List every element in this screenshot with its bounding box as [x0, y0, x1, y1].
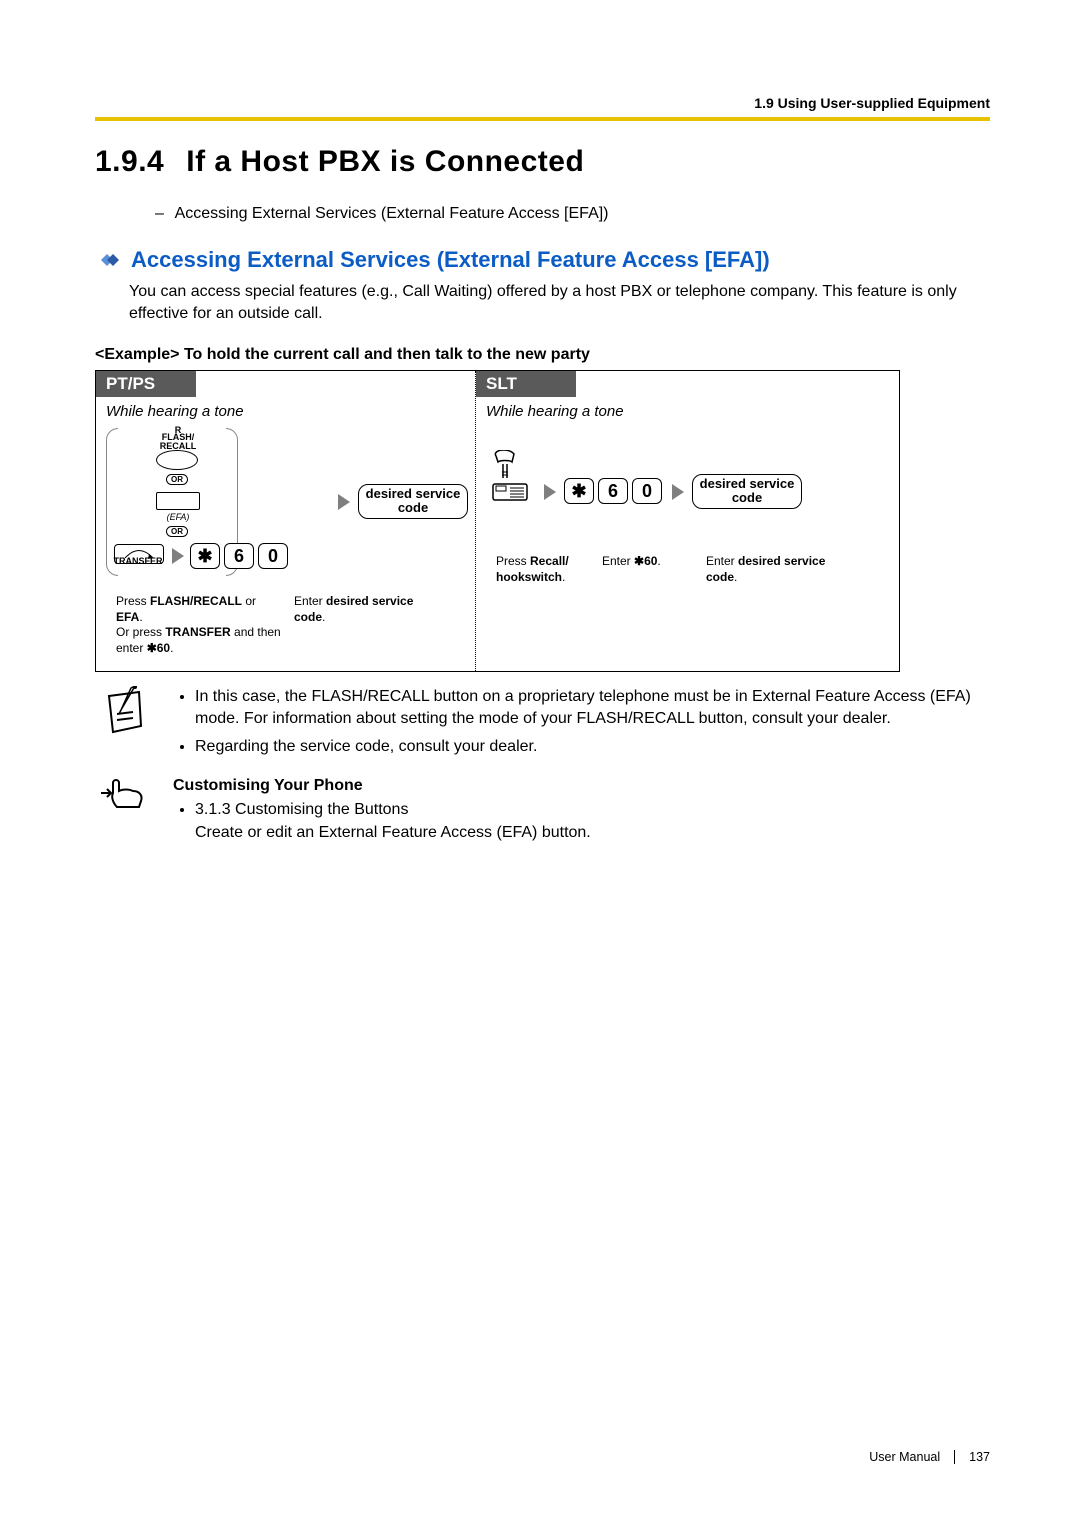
t: .: [734, 570, 737, 584]
subheading-row: Accessing External Services (External Fe…: [95, 247, 990, 273]
notepad-icon: [95, 686, 155, 765]
t: ✱60: [147, 641, 170, 655]
footer-separator: [954, 1450, 955, 1464]
note-block: In this case, the FLASH/RECALL button on…: [95, 686, 990, 765]
footer-doc-title: User Manual: [869, 1450, 940, 1464]
intro-link: Accessing External Services (External Fe…: [175, 205, 609, 222]
service-code-box: desired service code: [692, 474, 802, 509]
pt-ps-tab: PT/PS: [96, 371, 196, 397]
example-label: <Example> To hold the current call and t…: [95, 346, 990, 364]
section-title-text: If a Host PBX is Connected: [186, 145, 584, 178]
t: .: [562, 570, 565, 584]
efa-button-icon: [156, 492, 200, 510]
t: Enter: [294, 594, 326, 608]
t: or: [242, 594, 256, 608]
customising-desc: Create or edit an External Feature Acces…: [195, 824, 591, 841]
customising-title: Customising Your Phone: [173, 775, 591, 797]
slt-caption-1: Press Recall/ hookswitch.: [496, 554, 588, 585]
running-header: 1.9 Using User-supplied Equipment: [95, 95, 990, 111]
pt-caption-2: Enter desired service code.: [294, 594, 414, 656]
pt-graphic: R FLASH/ RECALL OR (EFA) OR TRANSFER ✱: [106, 426, 465, 586]
pt-ps-column: PT/PS While hearing a tone R FLASH/ RECA…: [96, 371, 476, 670]
customising-block: Customising Your Phone 3.1.3 Customising…: [95, 775, 990, 844]
pt-captions: Press FLASH/RECALL or EFA. Or press TRAN…: [106, 586, 465, 656]
key-0: 0: [258, 543, 288, 569]
slt-caption-3: Enter desired service code.: [706, 554, 826, 585]
t: ✱60: [634, 554, 657, 568]
t: TRANSFER: [165, 625, 230, 639]
subheading-text: Accessing External Services (External Fe…: [131, 247, 770, 273]
procedure-diagram: PT/PS While hearing a tone R FLASH/ RECA…: [95, 370, 900, 671]
or-pill-2: OR: [166, 526, 188, 537]
slt-graphic: ✱ 6 0 desired service code: [486, 426, 889, 546]
t: EFA: [116, 610, 139, 624]
t: Enter: [706, 554, 738, 568]
t: Enter: [602, 554, 634, 568]
t: Press: [496, 554, 530, 568]
flash-recall-button-icon: [156, 450, 198, 470]
pt-caption-1: Press FLASH/RECALL or EFA. Or press TRAN…: [116, 594, 286, 656]
t: .: [170, 641, 173, 655]
note-item-2: Regarding the service code, consult your…: [195, 736, 990, 758]
page: 1.9 Using User-supplied Equipment 1.9.4 I…: [0, 0, 1080, 1528]
key-6: 6: [598, 478, 628, 504]
slt-caption-2: Enter ✱60.: [602, 554, 692, 585]
customising-text: Customising Your Phone 3.1.3 Customising…: [173, 775, 591, 844]
hookswitch-phone-icon: [490, 450, 536, 506]
arrow-icon: [172, 548, 184, 564]
footer-page-number: 137: [969, 1450, 990, 1464]
intro-link-line: – Accessing External Services (External …: [155, 205, 990, 223]
note-item-1: In this case, the FLASH/RECALL button on…: [195, 686, 990, 731]
header-rule: [95, 117, 990, 121]
body-paragraph: You can access special features (e.g., C…: [129, 281, 990, 324]
pt-ps-body: While hearing a tone R FLASH/ RECALL OR …: [96, 397, 475, 670]
transfer-button-icon: [114, 544, 164, 564]
pt-condition: While hearing a tone: [106, 403, 465, 420]
t: .: [322, 610, 325, 624]
arrow-icon: [544, 484, 556, 500]
dash-icon: –: [155, 205, 171, 223]
t: FLASH/RECALL: [150, 594, 242, 608]
or-pill-1: OR: [166, 474, 188, 485]
slt-captions: Press Recall/ hookswitch. Enter ✱60. Ent…: [486, 546, 889, 585]
t: Press: [116, 594, 150, 608]
slt-body-wrap: While hearing a tone: [476, 397, 899, 599]
slt-condition: While hearing a tone: [486, 403, 889, 420]
slt-tab: SLT: [476, 371, 576, 397]
section-number: 1.9.4: [95, 145, 164, 179]
key-star: ✱: [564, 478, 594, 504]
key-star: ✱: [190, 543, 220, 569]
efa-label: (EFA): [156, 512, 200, 522]
key-0: 0: [632, 478, 662, 504]
page-footer: User Manual 137: [869, 1450, 990, 1464]
pointer-hand-icon: [95, 775, 155, 844]
note-text: In this case, the FLASH/RECALL button on…: [173, 686, 990, 765]
service-code-box: desired service code: [358, 484, 468, 519]
arrow-icon: [672, 484, 684, 500]
section-title: 1.9.4 If a Host PBX is Connected: [95, 145, 990, 179]
slt-column: SLT While hearing a tone: [476, 371, 899, 670]
customising-item: 3.1.3 Customising the Buttons Create or …: [195, 799, 591, 844]
arrow-icon: [338, 494, 350, 510]
t: .: [657, 554, 660, 568]
customising-link: 3.1.3 Customising the Buttons: [195, 801, 408, 818]
diamond-bullet-icon: [95, 249, 121, 271]
key-6: 6: [224, 543, 254, 569]
flash-recall-label: FLASH/ RECALL: [156, 433, 200, 451]
